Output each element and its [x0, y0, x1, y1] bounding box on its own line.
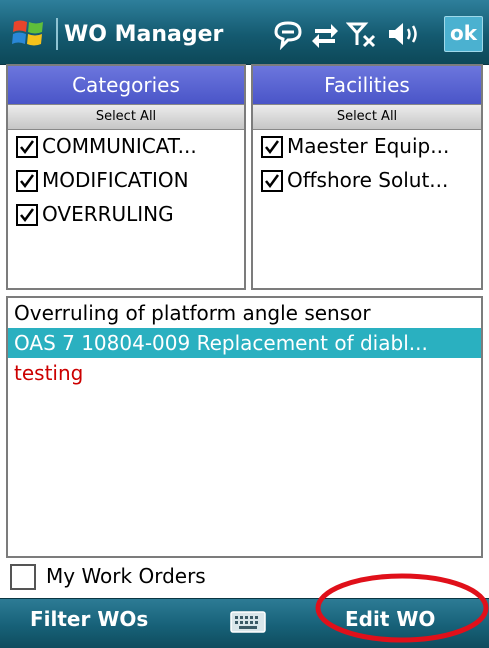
checkbox-checked-icon[interactable] [261, 170, 283, 192]
facilities-header[interactable]: Facilities [253, 66, 481, 104]
facility-label: Offshore Solut... [287, 168, 449, 192]
checkbox-checked-icon[interactable] [16, 136, 38, 158]
app-title: WO Manager [64, 22, 224, 47]
speaker-icon[interactable] [385, 18, 425, 50]
categories-select-all-button[interactable]: Select All [8, 104, 244, 130]
title-divider [56, 18, 58, 50]
filter-wos-button[interactable]: Filter WOs [30, 607, 148, 631]
category-item[interactable]: COMMUNICAT... [14, 130, 244, 164]
category-label: MODIFICATION [42, 168, 189, 192]
categories-header[interactable]: Categories [8, 66, 244, 104]
work-order-list[interactable]: Overruling of platform angle sensor OAS … [6, 296, 483, 558]
work-order-item[interactable]: testing [8, 358, 481, 388]
checkbox-checked-icon[interactable] [16, 170, 38, 192]
work-order-item-selected[interactable]: OAS 7 10804-009 Replacement of diabl... [8, 328, 481, 358]
keyboard-icon[interactable] [230, 611, 266, 633]
category-item[interactable]: MODIFICATION [14, 164, 244, 198]
my-work-orders-checkbox[interactable] [10, 564, 36, 590]
windows-start-icon[interactable] [8, 14, 52, 52]
facilities-panel: Facilities Select All Maester Equip... O… [251, 64, 483, 290]
facility-item[interactable]: Maester Equip... [259, 130, 481, 164]
facilities-select-all-button[interactable]: Select All [253, 104, 481, 130]
category-item[interactable]: OVERRULING [14, 198, 244, 232]
category-label: COMMUNICAT... [42, 134, 197, 158]
no-signal-icon[interactable] [345, 18, 378, 50]
ok-button[interactable]: ok [444, 16, 483, 52]
title-bar: WO Manager ok [0, 0, 489, 65]
edit-wo-button[interactable]: Edit WO [345, 607, 435, 631]
checkbox-checked-icon[interactable] [261, 136, 283, 158]
facility-label: Maester Equip... [287, 134, 450, 158]
softkey-bar: Filter WOs Edit WO [0, 598, 489, 648]
my-work-orders-row[interactable]: My Work Orders [0, 560, 489, 596]
checkbox-checked-icon[interactable] [16, 204, 38, 226]
categories-panel: Categories Select All COMMUNICAT... MODI… [6, 64, 246, 290]
sync-arrows-icon[interactable] [309, 18, 341, 50]
speech-bubble-icon[interactable] [272, 18, 304, 51]
my-work-orders-label: My Work Orders [46, 564, 206, 588]
facility-item[interactable]: Offshore Solut... [259, 164, 481, 198]
category-label: OVERRULING [42, 202, 174, 226]
work-order-item[interactable]: Overruling of platform angle sensor [8, 298, 481, 328]
screen: WO Manager ok Categories Select All COMM… [0, 0, 489, 648]
